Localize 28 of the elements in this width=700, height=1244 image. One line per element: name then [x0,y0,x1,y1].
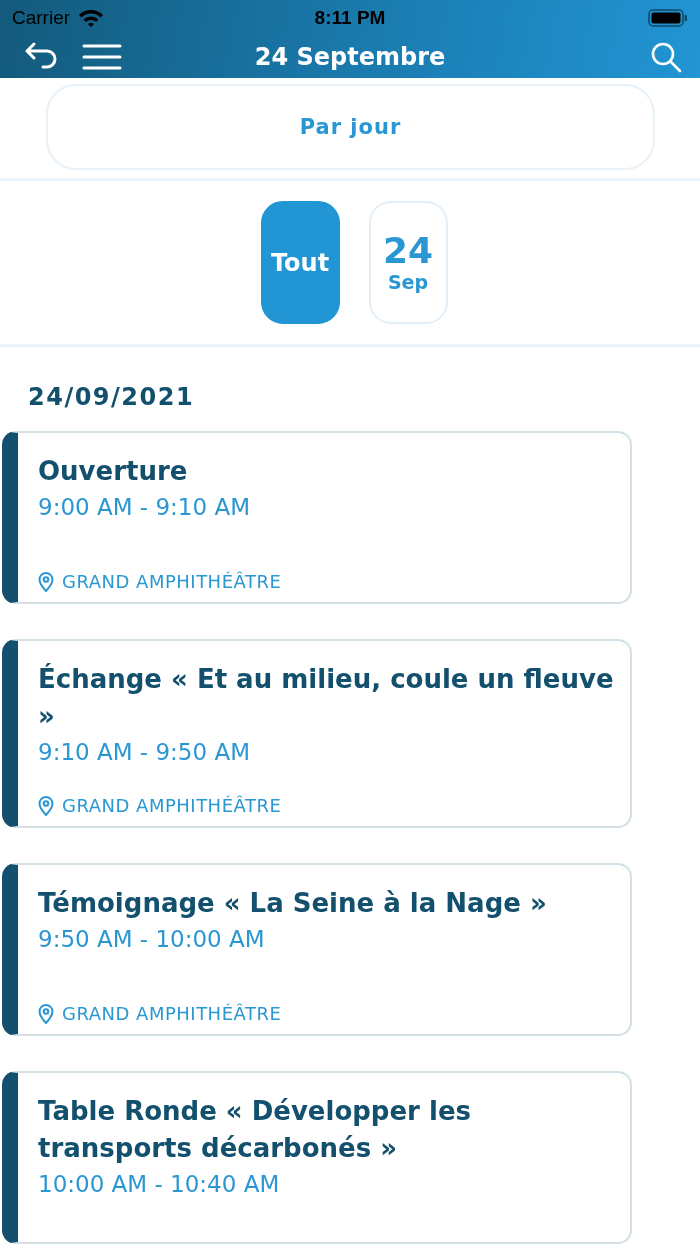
menu-button[interactable] [82,44,122,70]
event-title: Table Ronde « Développer les transports décarbonés » [38,1095,472,1165]
wifi-icon [78,8,105,28]
battery-icon [648,8,688,28]
date-heading: 24/09/2021 [27,382,196,413]
carrier-label: Carrier [12,7,71,29]
location-pin-icon [38,571,54,592]
status-time: 8:11 PM [314,7,386,29]
event-time: 10:00 AM - 10:40 AM [38,1171,281,1197]
event-card[interactable]: Échange « Et au milieu, coule un fleuve » 9:10 AM - 9:50 AM GRAND AMPHITHÉÂTRE [2,639,632,828]
event-location: GRAND AMPHITHÉÂTRE [62,571,282,592]
event-time: 9:00 AM - 9:10 AM [38,494,251,520]
menu-icon [82,44,122,70]
event-card[interactable]: Témoignage « La Seine à la Nage » 9:50 AM - 10:00 AM GRAND AMPHITHÉÂTRE [2,863,632,1036]
search-button[interactable] [650,41,682,73]
event-time: 9:50 AM - 10:00 AM [38,926,266,952]
event-card[interactable]: Table Ronde « Développer les transports décarbonés » 10:00 AM - 10:40 AM [2,1071,632,1244]
location-pin-icon [38,795,54,816]
event-title: Témoignage « La Seine à la Nage » [38,887,548,920]
event-time: 9:10 AM - 9:50 AM [38,739,251,765]
event-card[interactable]: Ouverture 9:00 AM - 9:10 AM GRAND AMPHITHÉÂTRE [2,431,632,604]
event-location: GRAND AMPHITHÉÂTRE [62,1003,282,1024]
screen-title: 24 Septembre [254,43,446,71]
event-title: Ouverture [38,455,189,488]
location-pin-icon [38,1003,54,1024]
event-title: Échange « Et au milieu, coule un fleuve » [38,662,614,733]
search-icon [650,41,682,73]
event-location: GRAND AMPHITHÉÂTRE [62,795,282,816]
